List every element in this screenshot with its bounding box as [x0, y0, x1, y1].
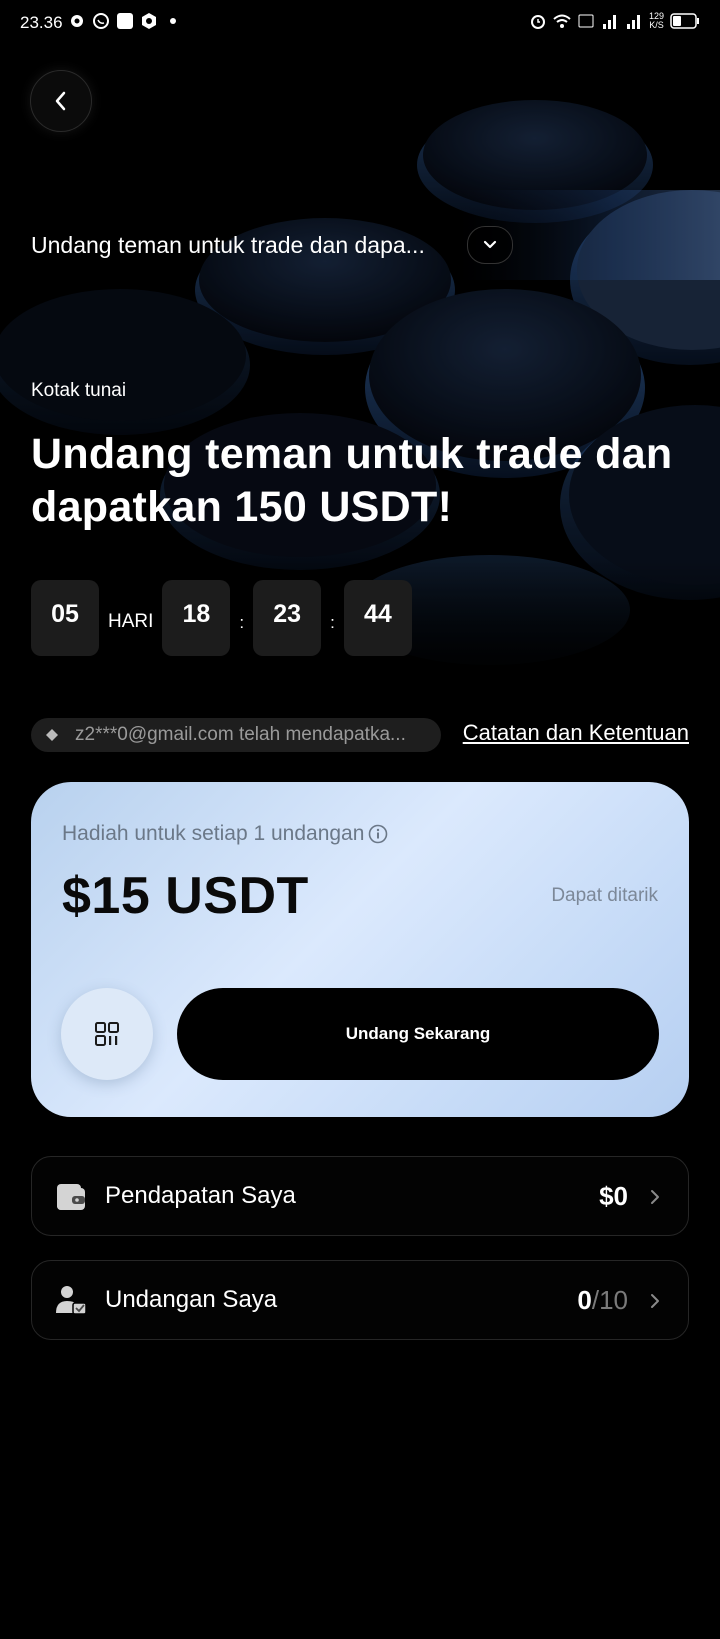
page-headline: Undang teman untuk trade dan dapatkan 15…	[31, 430, 673, 531]
status-right-icons: 129 K/S	[529, 12, 700, 30]
my-invitations-row[interactable]: Undangan Saya 0/10	[31, 1260, 689, 1340]
reward-label: Hadiah untuk setiap 1 undangan	[62, 822, 365, 845]
chevron-right-icon	[651, 1190, 659, 1204]
hero-background	[0, 0, 720, 680]
notice-row: z2***0@gmail.com telah mendapatka... Cat…	[31, 718, 689, 752]
my-invitations-label: Undangan Saya	[105, 1286, 278, 1313]
my-earnings-row[interactable]: Pendapatan Saya $0	[31, 1156, 689, 1236]
signal-icon	[602, 15, 616, 29]
network-speed-unit: K/S	[649, 20, 664, 30]
campaign-title: Undang teman untuk trade dan dapa...	[31, 231, 425, 258]
hexagon-app-icon	[142, 13, 156, 29]
countdown-hours: 18	[162, 580, 231, 656]
countdown-separator: :	[330, 613, 335, 632]
user-add-icon	[56, 1286, 87, 1315]
network-speed: 129 K/S	[649, 12, 664, 30]
diamond-icon	[46, 729, 58, 741]
wifi-icon	[553, 14, 571, 28]
campaign-selector[interactable]: Undang teman untuk trade dan dapa...	[31, 226, 513, 264]
ticker-text: z2***0@gmail.com telah mendapatka...	[75, 724, 406, 745]
dot-icon	[170, 18, 176, 24]
reward-card: Hadiah untuk setiap 1 undangan $15 USDT …	[31, 782, 689, 1117]
status-bar: 23.36 129 K/S	[0, 0, 720, 46]
countdown-separator: :	[239, 613, 245, 632]
gear-icon	[71, 15, 83, 27]
reward-label-row: Hadiah untuk setiap 1 undangan	[62, 822, 388, 846]
wallet-icon	[57, 1184, 85, 1210]
battery-icon	[670, 13, 699, 29]
terms-link[interactable]: Catatan dan Ketentuan	[463, 720, 689, 746]
countdown-days: 05	[31, 580, 99, 656]
campaign-dropdown-button[interactable]	[467, 226, 513, 264]
countdown-days-label: HARI	[108, 611, 154, 632]
countdown-seconds: 44	[343, 580, 412, 656]
status-left-icons	[68, 12, 182, 30]
info-icon[interactable]	[368, 824, 388, 844]
qr-code-button[interactable]	[61, 988, 153, 1080]
countdown-timer: 05 HARI 18 : 23 : 44	[31, 580, 412, 656]
reward-amount: $15 USDT	[62, 867, 309, 925]
my-earnings-value: $0	[599, 1181, 628, 1211]
qr-code-icon	[95, 1022, 119, 1046]
signal-2-icon	[626, 15, 640, 29]
countdown-minutes: 23	[253, 580, 322, 656]
invitations-total: /10	[591, 1285, 628, 1315]
alarm-icon	[530, 15, 545, 29]
chevron-right-icon	[651, 1294, 659, 1308]
my-earnings-label: Pendapatan Saya	[105, 1182, 296, 1209]
chevron-down-icon	[483, 240, 497, 249]
winner-ticker: z2***0@gmail.com telah mendapatka...	[31, 718, 441, 752]
invitations-count: 0	[577, 1285, 592, 1315]
category-label: Kotak tunai	[31, 380, 127, 401]
back-button[interactable]	[30, 70, 92, 132]
volte-icon	[578, 14, 594, 28]
my-invitations-value: 0/10	[577, 1285, 628, 1316]
chevron-left-icon	[55, 91, 66, 111]
invite-now-button[interactable]: Undang Sekarang	[177, 988, 659, 1080]
status-time: 23.36	[20, 13, 63, 32]
withdrawable-status: Dapat ditarik	[551, 885, 658, 906]
app-icon	[117, 13, 133, 29]
whatsapp-icon	[93, 13, 109, 29]
